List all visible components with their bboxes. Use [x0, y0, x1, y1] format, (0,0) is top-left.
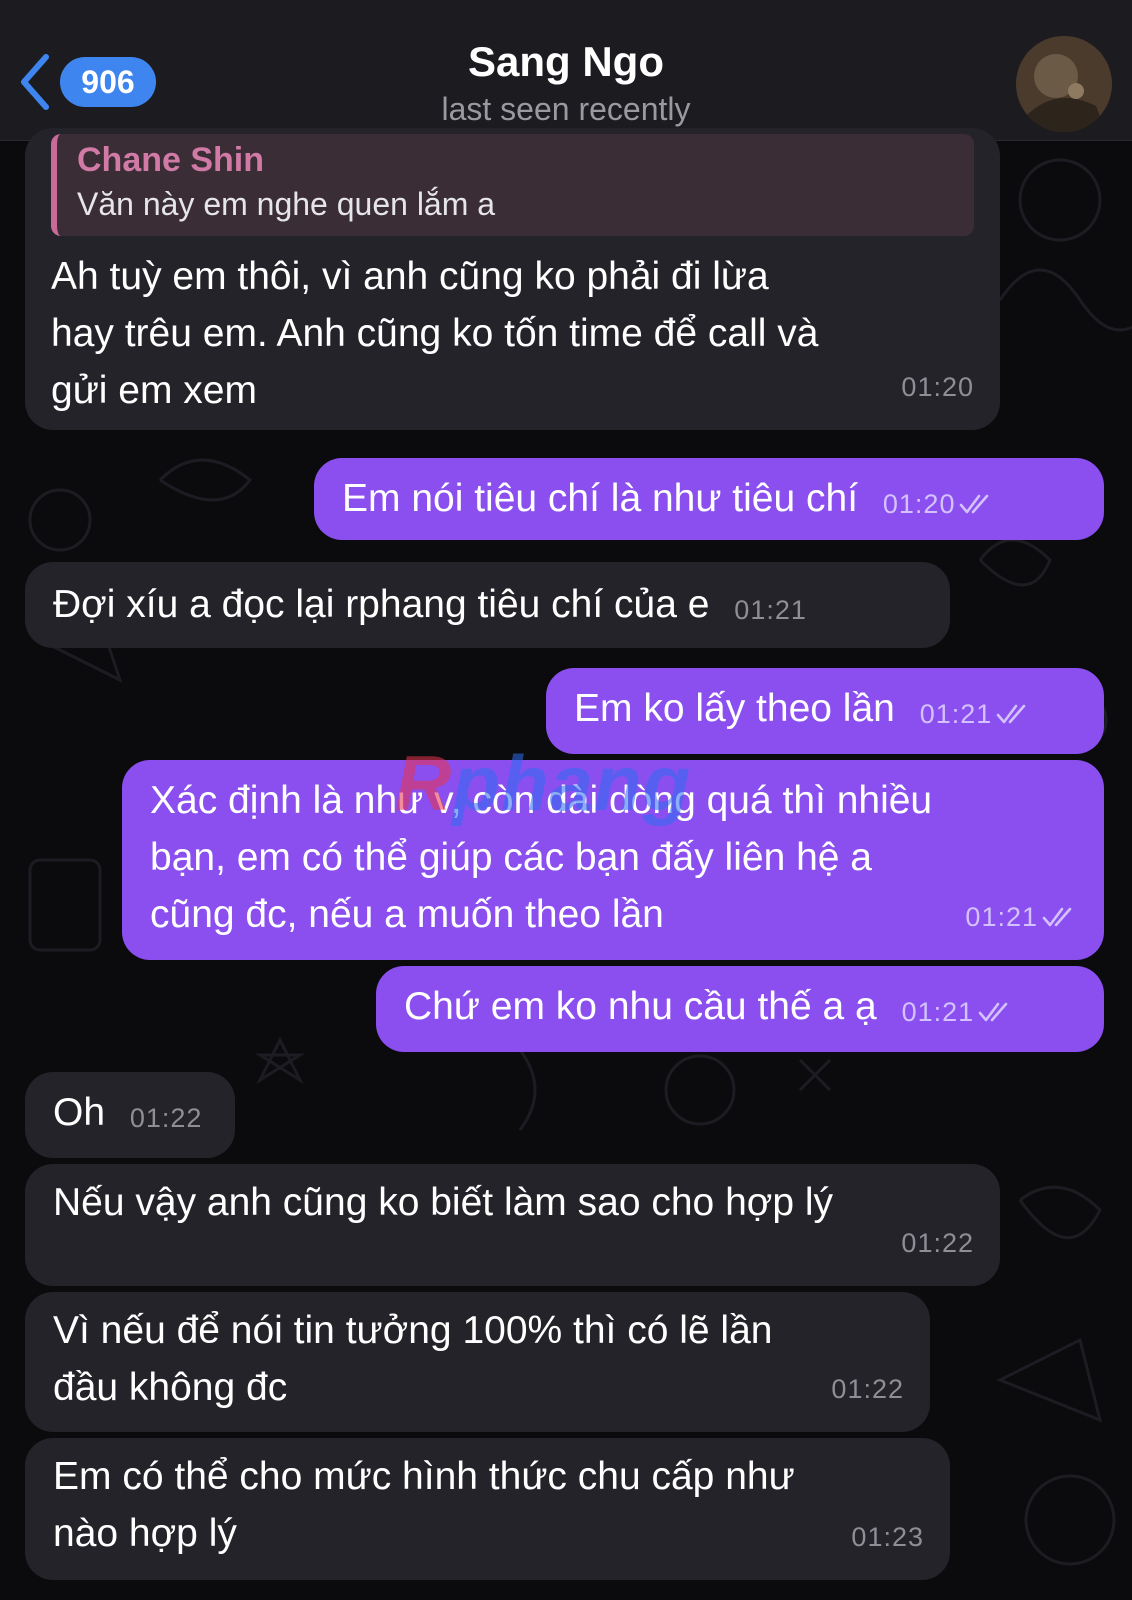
- message-text: Oh: [53, 1091, 106, 1134]
- message-bubble-outgoing[interactable]: Chứ em ko nhu cầu thế a ạ 01:21: [376, 966, 1104, 1052]
- message-time-group: 01:21: [902, 984, 1015, 1041]
- message-time: 01:22: [901, 1228, 974, 1258]
- chat-title-block[interactable]: Sang Ngo last seen recently: [0, 36, 1132, 130]
- message-bubble-outgoing[interactable]: Em nói tiêu chí là như tiêu chí 01:20: [314, 458, 1104, 540]
- message-text: Đợi xíu a đọc lại rphang tiêu chí của e: [53, 583, 710, 626]
- message-time: 01:21: [965, 902, 1038, 932]
- watermark-logo: Rphang: [395, 738, 691, 829]
- reply-quote[interactable]: Chane Shin Văn này em nghe quen lắm a: [51, 134, 974, 236]
- avatar-photo: [1016, 36, 1112, 132]
- message-bubble-incoming[interactable]: Vì nếu để nói tin tưởng 100% thì có lẽ l…: [25, 1292, 930, 1432]
- quote-text: Văn này em nghe quen lắm a: [77, 186, 496, 222]
- message-bubble-incoming[interactable]: Oh 01:22: [25, 1072, 235, 1158]
- message-bubble-incoming[interactable]: Chane Shin Văn này em nghe quen lắm a Ah…: [25, 128, 1000, 430]
- message-time: 01:21: [734, 595, 807, 625]
- message-text: Em ko lấy theo lần: [574, 687, 895, 730]
- message-time-group: 01:21: [965, 889, 1078, 946]
- message-time-group: 01:20: [883, 476, 996, 533]
- message-time: 01:22: [129, 1103, 203, 1133]
- chat-title: Sang Ngo: [468, 38, 664, 85]
- chat-header: 906 Sang Ngo last seen recently: [0, 0, 1132, 141]
- message-bubble-incoming[interactable]: Đợi xíu a đọc lại rphang tiêu chí của e …: [25, 562, 950, 648]
- message-time: 01:20: [882, 489, 956, 519]
- message-time: 01:21: [901, 997, 975, 1027]
- message-time: 01:21: [919, 699, 993, 729]
- double-check-icon: [978, 1002, 1008, 1022]
- message-text: Nếu vậy anh cũng ko biết làm sao cho hợp…: [53, 1181, 834, 1224]
- chat-status: last seen recently: [441, 91, 691, 127]
- avatar[interactable]: [1016, 36, 1112, 132]
- message-bubble-incoming[interactable]: Em có thể cho mức hình thức chu cấp như …: [25, 1438, 950, 1580]
- message-text: Chứ em ko nhu cầu thế a ạ: [404, 985, 877, 1028]
- message-bubble-incoming[interactable]: Nếu vậy anh cũng ko biết làm sao cho hợp…: [25, 1164, 1000, 1286]
- message-time-group: 01:21: [920, 686, 1033, 743]
- message-text: Em nói tiêu chí là như tiêu chí: [342, 477, 859, 520]
- double-check-icon: [996, 704, 1026, 724]
- watermark-rest: phang: [452, 739, 692, 827]
- message-text: Em có thể cho mức hình thức chu cấp như …: [53, 1455, 795, 1555]
- message-text: Ah tuỳ em thôi, vì anh cũng ko phải đi l…: [51, 255, 819, 412]
- watermark-r: R: [395, 739, 453, 827]
- quote-author: Chane Shin: [77, 141, 265, 179]
- message-time: 01:20: [901, 372, 974, 402]
- message-text: Vì nếu để nói tin tưởng 100% thì có lẽ l…: [53, 1309, 773, 1409]
- double-check-icon: [960, 494, 989, 514]
- message-time: 01:22: [831, 1374, 904, 1404]
- double-check-icon: [1042, 907, 1072, 927]
- message-time: 01:23: [851, 1522, 924, 1552]
